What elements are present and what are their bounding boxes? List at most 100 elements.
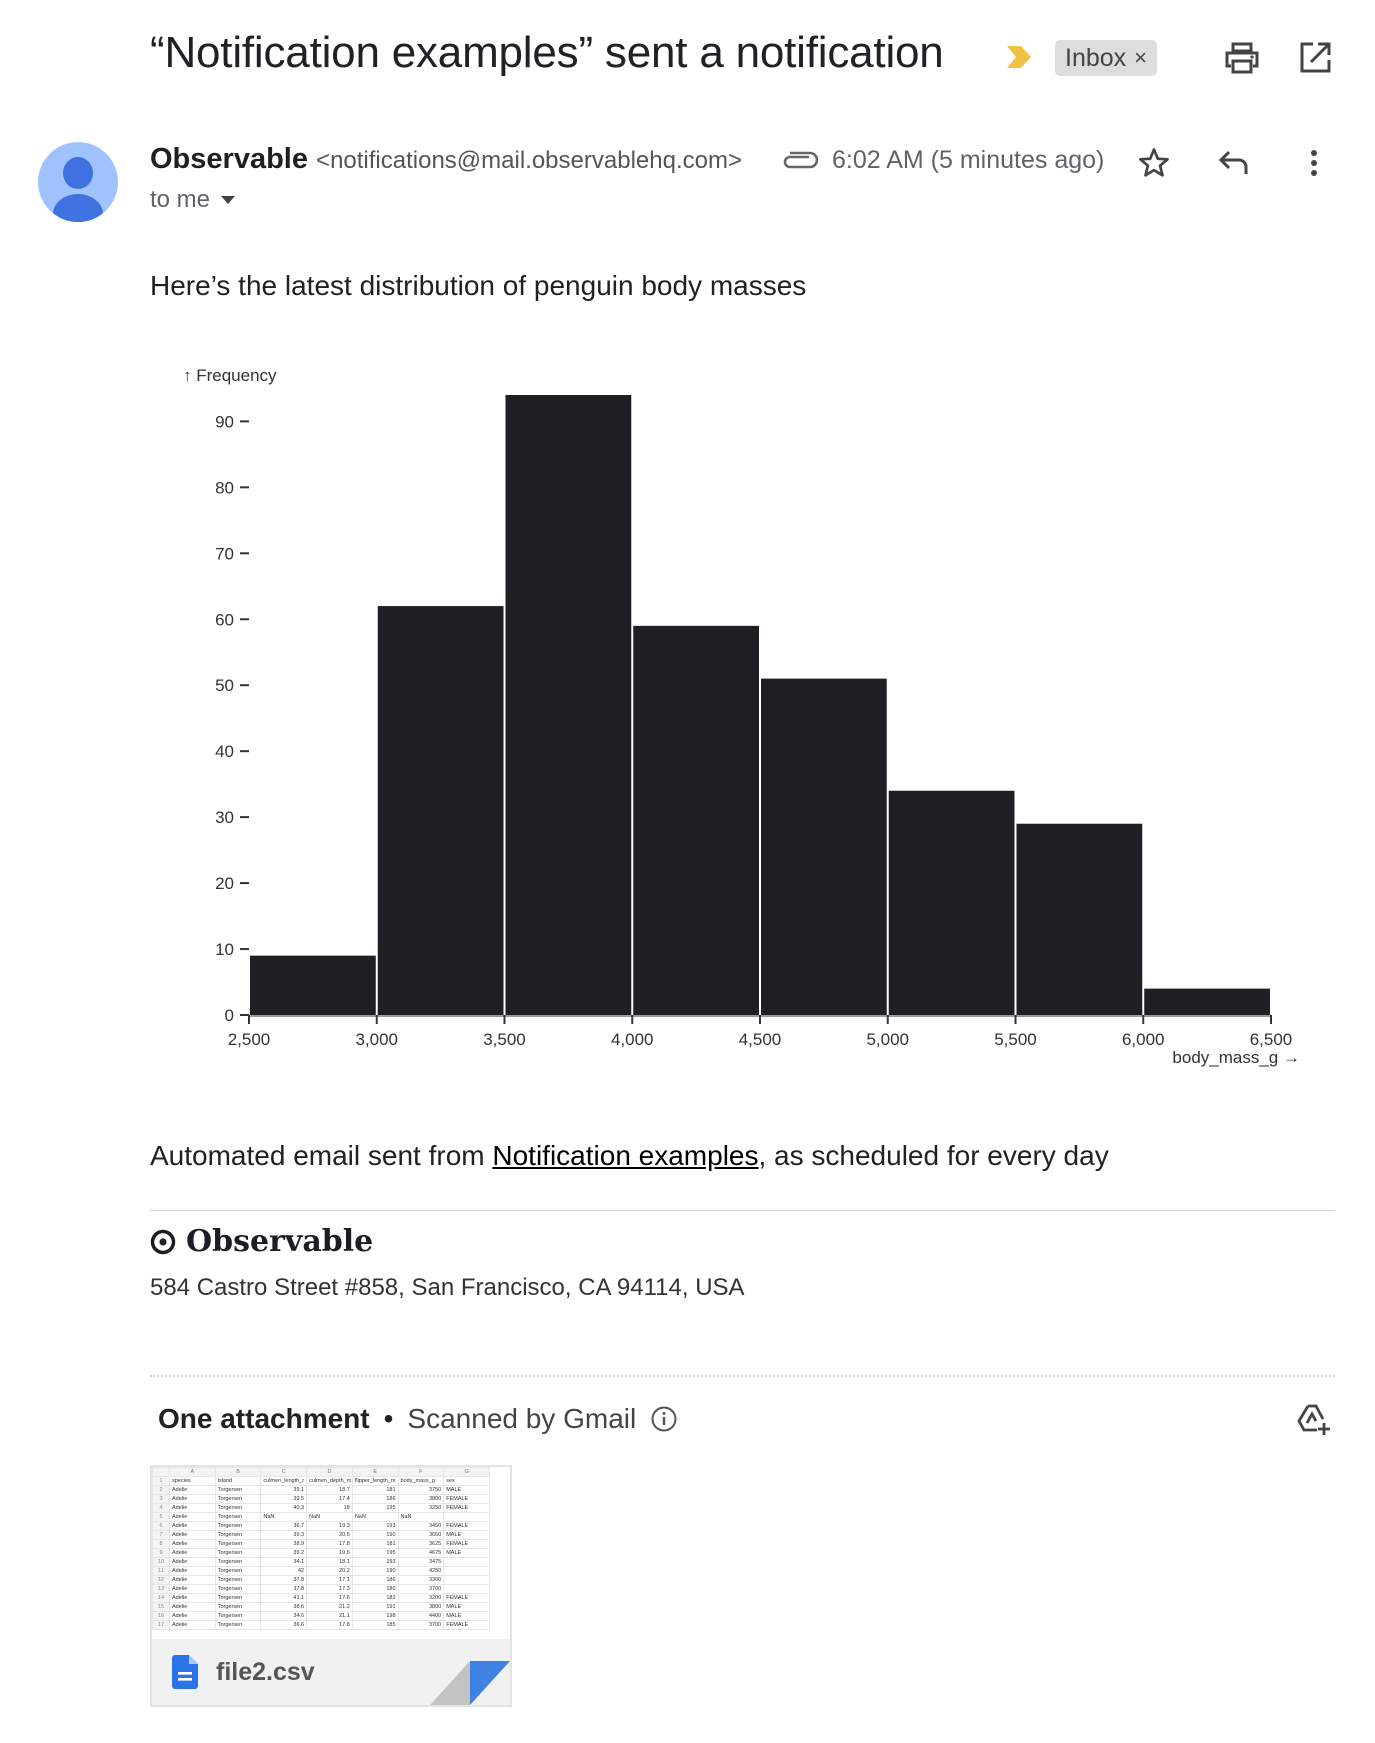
preview-cell: 3300: [397, 1575, 445, 1585]
preview-row: 9 Adelie Torgersen 39.2 19.6 195 4675 MALE: [152, 1548, 490, 1558]
inbox-label-chip: Inbox ×: [1055, 40, 1158, 76]
y-tick-label: 70: [215, 544, 234, 563]
preview-cell: 19.6: [306, 1548, 353, 1558]
preview-cell: NaN: [351, 1512, 399, 1522]
preview-cell: 39.3: [260, 1530, 308, 1540]
open-in-new-window-button[interactable]: [1295, 38, 1335, 78]
preview-cell: 186: [351, 1494, 399, 1504]
preview-cell: 3700: [397, 1584, 445, 1594]
preview-cell: Torgersen: [214, 1521, 262, 1531]
preview-cell: 19.3: [306, 1521, 353, 1531]
preview-cell: 181: [351, 1539, 399, 1549]
reply-button[interactable]: [1214, 143, 1254, 183]
preview-cell: Adelie: [169, 1566, 216, 1576]
preview-cell: [443, 1557, 490, 1567]
dropdown-arrow-icon: [221, 196, 236, 204]
attachment-card-file2-csv[interactable]: A B C D E F G 1 species island culmen_length_r culm…: [150, 1465, 512, 1707]
preview-cell: Adelie: [169, 1593, 216, 1603]
preview-cell: 3450: [397, 1521, 445, 1531]
add-to-drive-icon: [1297, 1404, 1330, 1435]
preview-cell: culmen_length_r: [260, 1476, 308, 1486]
preview-cell: 3800: [397, 1602, 445, 1612]
x-tick-label: 6,000: [1122, 1030, 1165, 1049]
preview-cell: 3250: [397, 1503, 445, 1513]
preview-cell: Adelie: [169, 1512, 216, 1522]
column-letter: C: [260, 1467, 308, 1477]
preview-cell: Torgersen: [214, 1584, 262, 1594]
preview-row: 10 Adelie Torgersen 34.1 18.1 193 3475: [152, 1557, 490, 1567]
email-intro-text: Here’s the latest distribution of pengui…: [150, 270, 807, 301]
preview-row: 1 species island culmen_length_r culmen_dept…: [152, 1476, 490, 1486]
column-letter: B: [214, 1467, 262, 1477]
attachments-header: One attachment • Scanned by Gmail: [158, 1403, 678, 1435]
preview-row: 16 Adelie Torgersen 34.6 21.1 198 4400 MALE: [152, 1611, 490, 1621]
importance-marker-icon[interactable]: [1005, 44, 1033, 70]
preview-cell: 17.1: [306, 1575, 353, 1585]
star-button[interactable]: [1134, 143, 1174, 183]
histogram-bar: [888, 790, 1015, 1015]
attachment-filename: file2.csv: [216, 1657, 315, 1686]
footer-prefix: Automated email sent from: [150, 1140, 493, 1171]
preview-cell: Adelie: [169, 1530, 216, 1540]
preview-cell: 180: [351, 1584, 399, 1594]
preview-cell: FEMALE: [443, 1521, 490, 1531]
preview-cell: 185: [351, 1620, 399, 1630]
column-letter: E: [351, 1467, 399, 1477]
print-button[interactable]: [1222, 38, 1262, 78]
preview-cell: 3650: [397, 1530, 445, 1540]
histogram-chart: ↑ Frequency body_mass_g → 0 10 20 30 40 50 60 7…: [183, 366, 1300, 1067]
preview-row: 13 Adelie Torgersen 37.8 17.3 180 3700: [152, 1584, 490, 1594]
y-axis-label: ↑ Frequency: [183, 366, 277, 385]
remove-label-button[interactable]: ×: [1134, 40, 1147, 76]
preview-row: 4 Adelie Torgersen 40.3 18 195 3250 FEMALE: [152, 1503, 490, 1513]
preview-cell: 21.2: [306, 1602, 353, 1612]
x-tick-label: 3,000: [355, 1030, 398, 1049]
preview-cell: 42: [260, 1566, 308, 1576]
info-icon[interactable]: [650, 1405, 678, 1433]
preview-row: 12 Adelie Torgersen 37.8 17.1 186 3300: [152, 1575, 490, 1585]
preview-cell: FEMALE: [443, 1494, 490, 1504]
preview-cell: 38.9: [260, 1539, 308, 1549]
more-vert-icon: [1311, 150, 1317, 176]
more-options-button[interactable]: [1294, 143, 1334, 183]
scan-status: Scanned by Gmail: [407, 1403, 637, 1434]
preview-cell: 181: [351, 1485, 399, 1495]
preview-cell: 21.1: [306, 1611, 353, 1621]
preview-cell: Torgersen: [214, 1512, 262, 1522]
preview-cell: Adelie: [169, 1503, 216, 1513]
x-tick-label: 2,500: [228, 1030, 271, 1049]
preview-cell: 18.7: [306, 1485, 353, 1495]
brand-name: Observable: [186, 1224, 374, 1259]
preview-cell: 20.6: [306, 1530, 353, 1540]
preview-cell: 17.4: [306, 1494, 353, 1504]
preview-cell: Torgersen: [214, 1611, 262, 1621]
y-tick-label: 40: [215, 742, 234, 761]
preview-cell: Torgersen: [214, 1485, 262, 1495]
recipient-label: to me: [150, 186, 211, 213]
recipient-details-toggle[interactable]: to me: [150, 186, 236, 214]
preview-row: 3 Adelie Torgersen 39.5 17.4 186 3800 FEMALE: [152, 1494, 490, 1504]
preview-cell: 4400: [397, 1611, 445, 1621]
add-to-drive-button[interactable]: [1294, 1400, 1334, 1440]
preview-cell: 3700: [397, 1620, 445, 1630]
preview-cell: [443, 1512, 490, 1522]
notebook-link[interactable]: Notification examples: [492, 1140, 758, 1171]
preview-cell: 3625: [397, 1539, 445, 1549]
y-tick-label: 80: [215, 478, 234, 497]
preview-cell: 20.2: [306, 1566, 353, 1576]
preview-cell: 17.6: [306, 1593, 353, 1603]
separator-dot: •: [383, 1403, 394, 1434]
x-tick-label: 4,000: [611, 1030, 654, 1049]
histogram-bar: [633, 625, 759, 1015]
histogram-bar: [1016, 823, 1143, 1015]
message-timestamp: 6:02 AM (5 minutes ago): [832, 146, 1105, 174]
preview-cell: 17.8: [306, 1620, 353, 1630]
x-tick-label: 6,500: [1250, 1030, 1293, 1049]
preview-cell: Torgersen: [214, 1548, 262, 1558]
histogram-bar: [761, 678, 887, 1015]
preview-cell: FEMALE: [443, 1620, 490, 1630]
attachment-count: One attachment: [158, 1403, 370, 1434]
x-tick-label: 3,500: [483, 1030, 526, 1049]
x-tick-label: 5,500: [994, 1030, 1037, 1049]
preview-cell: 34.6: [260, 1611, 308, 1621]
